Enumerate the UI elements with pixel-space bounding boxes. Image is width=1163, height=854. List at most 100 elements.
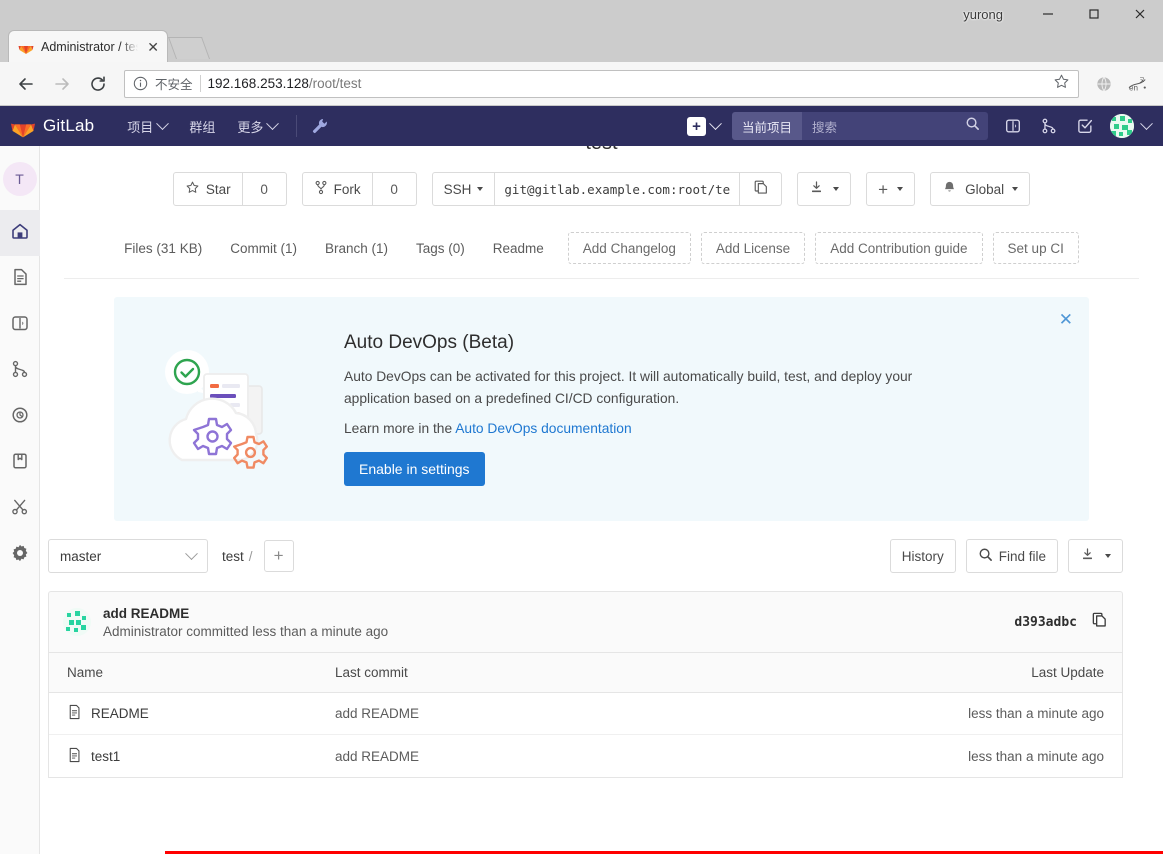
search-input[interactable]: 搜索 <box>802 112 988 140</box>
star-icon <box>185 180 200 198</box>
stat-branch[interactable]: Branch (1) <box>311 241 402 256</box>
nav-item-more-label: 更多 <box>237 119 264 135</box>
clone-url-input[interactable]: git@gitlab.example.com:root/te <box>495 172 741 206</box>
copy-url-button[interactable] <box>740 172 783 206</box>
auto-devops-banner: ✕ Auto DevOps (Beta) Auto DevOps can be … <box>114 297 1089 521</box>
create-new-dropdown[interactable]: + <box>681 106 726 146</box>
add-license-button[interactable]: Add License <box>700 232 806 264</box>
gitlab-brand-label[interactable]: GitLab <box>43 116 94 136</box>
notification-dropdown-button[interactable]: Global <box>930 172 1031 206</box>
caret-down-icon <box>477 187 484 191</box>
file-name-label: test1 <box>91 748 121 764</box>
last-commit-title[interactable]: add README <box>103 606 388 621</box>
table-row[interactable]: README add README less than a minute ago <box>49 693 1122 735</box>
globe-extension-icon[interactable] <box>1089 69 1119 99</box>
nav-item-more[interactable]: 更多 <box>226 106 288 146</box>
info-circle-icon[interactable] <box>133 76 148 91</box>
chevron-down-icon <box>266 116 280 130</box>
bookmark-star-icon[interactable] <box>1053 73 1070 95</box>
reload-icon[interactable] <box>82 68 114 100</box>
sidebar-item-issues[interactable] <box>0 302 40 348</box>
address-bar[interactable]: 不安全 192.168.253.128/root/test <box>124 69 1079 98</box>
avatar[interactable] <box>1110 114 1134 138</box>
file-last-update-cell: less than a minute ago <box>968 706 1104 721</box>
gitlab-logo-icon[interactable] <box>10 113 36 139</box>
nav-item-projects[interactable]: 项目 <box>116 106 178 146</box>
nav-item-groups[interactable]: 群组 <box>178 106 226 146</box>
enable-in-settings-button[interactable]: Enable in settings <box>344 451 485 486</box>
sidebar-item-snippets[interactable] <box>0 486 40 532</box>
stat-tags[interactable]: Tags (0) <box>402 241 479 256</box>
todos-icon[interactable] <box>1068 106 1102 146</box>
navbar-search[interactable]: 当前项目 搜索 <box>731 112 988 140</box>
sidebar-project-avatar[interactable]: T <box>2 162 37 196</box>
nav-item-projects-label: 项目 <box>127 119 154 135</box>
new-tab-button[interactable] <box>167 37 211 59</box>
history-button[interactable]: History <box>889 539 956 573</box>
window-minimize-button[interactable] <box>1025 0 1071 28</box>
branch-select[interactable]: master <box>48 539 208 573</box>
file-last-commit-cell[interactable]: add README <box>335 749 934 764</box>
column-header-last-commit: Last commit <box>335 665 408 680</box>
plus-icon: + <box>686 116 706 136</box>
copy-icon[interactable] <box>1091 611 1108 633</box>
add-new-dropdown-button[interactable]: + <box>866 172 916 206</box>
forward-arrow-icon[interactable] <box>46 68 78 100</box>
auto-devops-documentation-link[interactable]: Auto DevOps documentation <box>455 421 631 436</box>
commit-author-avatar <box>63 608 91 636</box>
sidebar-item-settings[interactable] <box>0 532 40 578</box>
download-dropdown-button[interactable] <box>797 172 852 206</box>
commit-sha[interactable]: d393adbc <box>1014 615 1077 630</box>
sidebar-item-repository[interactable] <box>0 256 40 302</box>
add-changelog-button[interactable]: Add Changelog <box>567 232 691 264</box>
gitlab-navbar: GitLab 项目 群组 更多 + 当前项目 搜索 <box>0 106 1163 146</box>
fork-icon <box>314 180 328 198</box>
window-maximize-button[interactable] <box>1071 0 1117 28</box>
find-file-button[interactable]: Find file <box>965 539 1058 573</box>
chevron-down-icon[interactable] <box>1140 116 1153 130</box>
close-icon[interactable]: ✕ <box>1059 311 1073 328</box>
file-name-cell[interactable]: README <box>67 704 335 723</box>
add-contribution-guide-button[interactable]: Add Contribution guide <box>815 232 983 264</box>
fork-button[interactable]: Fork <box>301 172 373 206</box>
caret-down-icon <box>1105 554 1111 558</box>
ime-language-icon[interactable]: en ヌ <box>1123 69 1153 99</box>
back-arrow-icon[interactable] <box>10 68 42 100</box>
clone-protocol-label: SSH <box>443 181 472 197</box>
search-icon[interactable] <box>965 116 980 136</box>
column-header-name: Name <box>67 665 104 680</box>
file-last-update-cell: less than a minute ago <box>968 748 1104 764</box>
file-last-commit-cell[interactable]: add README <box>335 706 934 721</box>
stat-commit[interactable]: Commit (1) <box>216 241 311 256</box>
wrench-icon[interactable] <box>305 111 335 141</box>
sidebar-item-wiki[interactable] <box>0 440 40 486</box>
file-name-cell[interactable]: test1 <box>67 747 335 766</box>
issues-icon[interactable] <box>996 106 1030 146</box>
project-title-text: test <box>585 146 617 155</box>
notification-label: Global <box>965 181 1005 197</box>
search-scope-chip[interactable]: 当前项目 <box>731 112 802 140</box>
project-sidebar: T <box>0 146 40 854</box>
sidebar-item-merge-requests[interactable] <box>0 348 40 394</box>
browser-tab-close-icon[interactable]: ✕ <box>145 40 161 54</box>
browser-tab[interactable]: Administrator / test · Gi ✕ <box>8 30 168 62</box>
repo-download-dropdown[interactable] <box>1068 539 1123 573</box>
clone-protocol-dropdown[interactable]: SSH <box>431 172 496 206</box>
sidebar-item-project-home[interactable] <box>0 210 40 256</box>
sidebar-item-ci-cd[interactable] <box>0 394 40 440</box>
search-icon <box>978 547 993 565</box>
fork-count[interactable]: 0 <box>372 172 417 206</box>
add-to-tree-button[interactable]: + <box>263 540 294 572</box>
set-up-ci-button[interactable]: Set up CI <box>992 232 1079 264</box>
breadcrumb-root[interactable]: test <box>222 549 244 564</box>
window-close-button[interactable] <box>1117 0 1163 28</box>
stat-files[interactable]: Files (31 KB) <box>124 241 216 256</box>
star-button[interactable]: Star <box>172 172 243 206</box>
table-row[interactable]: test1 add README less than a minute ago <box>49 735 1122 777</box>
stat-readme[interactable]: Readme <box>479 241 558 256</box>
auto-devops-illustration <box>148 332 320 487</box>
star-group: Star 0 <box>172 172 287 206</box>
merge-requests-icon[interactable] <box>1032 106 1066 146</box>
navbar-divider <box>296 115 298 137</box>
star-count[interactable]: 0 <box>242 172 287 206</box>
